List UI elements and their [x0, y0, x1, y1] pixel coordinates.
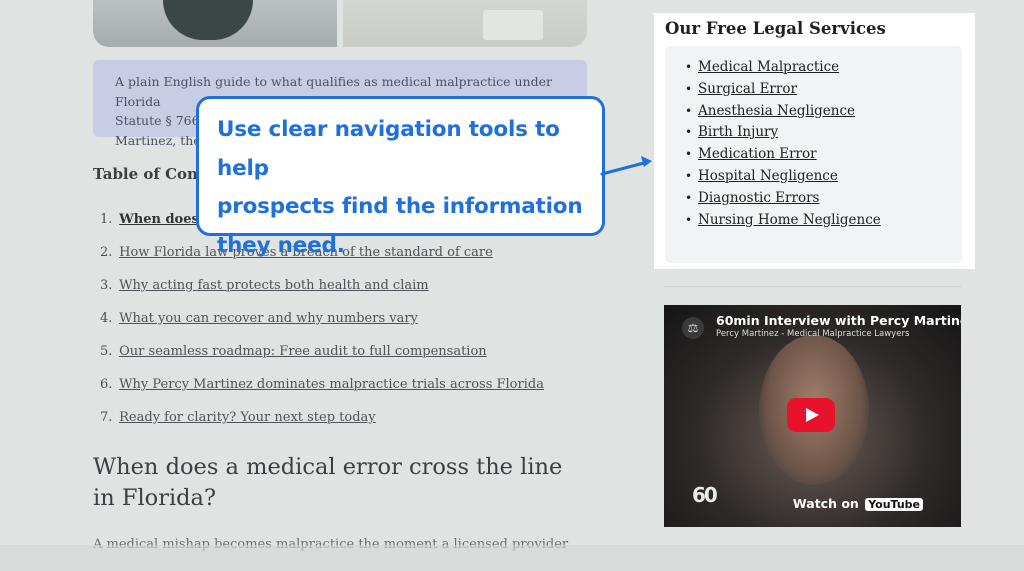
toc-link[interactable]: Why Percy Martinez dominates malpractice… [119, 377, 544, 392]
service-link[interactable]: Nursing Home Negligence [698, 212, 881, 228]
bullet-icon: • [685, 212, 693, 227]
toc-link[interactable]: Ready for clarity? Your next step today [119, 410, 376, 425]
bullet-icon: • [685, 60, 693, 74]
legal-services-card: Our Free Legal Services • Medical Malprac… [654, 13, 975, 269]
bullet-icon: • [685, 103, 693, 118]
toc-item-number: 4. [100, 311, 113, 326]
toc-link[interactable]: Our seamless roadmap: Free audit to full… [119, 344, 487, 359]
service-item[interactable]: • Medical Malpractice [685, 59, 962, 81]
hero-image [93, 0, 587, 47]
bottom-fade [0, 545, 1024, 571]
service-item[interactable]: • Hospital Negligence [685, 168, 962, 190]
badge-logo: 60 [692, 483, 718, 507]
toc-item[interactable]: 3. Why acting fast protects both health … [100, 278, 544, 311]
service-item[interactable]: • Anesthesia Negligence [685, 103, 962, 125]
bullet-icon: • [685, 81, 693, 96]
callout-arrow-icon [600, 156, 652, 176]
service-link[interactable]: Medication Error [698, 146, 817, 162]
services-title: Our Free Legal Services [665, 19, 886, 38]
annotation-callout: Use clear navigation tools to help prosp… [196, 96, 605, 258]
watch-on-youtube-link[interactable]: Watch on YouTube [793, 496, 923, 511]
toc-item-number: 5. [100, 344, 113, 359]
youtube-logo-icon: YouTube [865, 498, 923, 511]
sidebar-divider [664, 286, 961, 287]
hero-image-right [343, 0, 587, 47]
services-list-panel: • Medical Malpractice • Surgical Error • An… [665, 46, 962, 263]
service-item[interactable]: • Diagnostic Errors [685, 190, 962, 212]
play-button[interactable] [787, 398, 835, 432]
service-link[interactable]: Hospital Negligence [698, 168, 838, 184]
services-list: • Medical Malpractice • Surgical Error • An… [685, 59, 962, 233]
bullet-icon: • [685, 168, 693, 183]
video-title[interactable]: 60min Interview with Percy Martinez [716, 313, 961, 328]
watch-on-label: Watch on [792, 496, 859, 511]
service-link[interactable]: Birth Injury [698, 124, 778, 140]
callout-line-3: they need. [217, 232, 345, 258]
toc-item[interactable]: 7. Ready for clarity? Your next step tod… [100, 410, 544, 443]
toc-item[interactable]: 5. Our seamless roadmap: Free audit to f… [100, 344, 544, 377]
bullet-icon: • [685, 190, 693, 205]
toc-link[interactable]: Why acting fast protects both health and… [119, 278, 428, 293]
service-link[interactable]: Medical Malpractice [698, 59, 839, 75]
toc-item-number: 1. [100, 212, 113, 227]
bullet-icon: • [685, 125, 693, 140]
callout-line-2: prospects find the information [217, 194, 583, 219]
section-heading: When does a medical error cross the line… [93, 454, 563, 511]
service-item[interactable]: • Medication Error [685, 146, 962, 168]
callout-line-1: Use clear navigation tools to help [217, 117, 560, 181]
toc-item-number: 6. [100, 377, 113, 392]
service-link[interactable]: Diagnostic Errors [698, 190, 819, 206]
toc-item-number: 2. [100, 245, 113, 260]
service-item[interactable]: • Nursing Home Negligence [685, 212, 962, 234]
channel-avatar[interactable]: ⚖ [682, 317, 704, 339]
toc-item[interactable]: 4. What you can recover and why numbers … [100, 311, 544, 344]
toc-item[interactable]: 6. Why Percy Martinez dominates malpract… [100, 377, 544, 410]
toc-link[interactable]: What you can recover and why numbers var… [119, 311, 418, 326]
bullet-icon: • [685, 147, 693, 162]
service-link[interactable]: Surgical Error [698, 81, 797, 97]
toc-item-number: 3. [100, 278, 113, 293]
video-embed[interactable]: ⚖ 60min Interview with Percy Martinez Pe… [664, 305, 961, 527]
hero-image-left [93, 0, 337, 47]
service-item[interactable]: • Birth Injury [685, 124, 962, 146]
toc-item-number: 7. [100, 410, 113, 425]
service-item[interactable]: • Surgical Error [685, 81, 962, 103]
toc-title: Table of Cont [93, 165, 205, 183]
video-channel: Percy Martinez - Medical Malpractice Law… [716, 329, 910, 339]
service-link[interactable]: Anesthesia Negligence [698, 103, 855, 119]
